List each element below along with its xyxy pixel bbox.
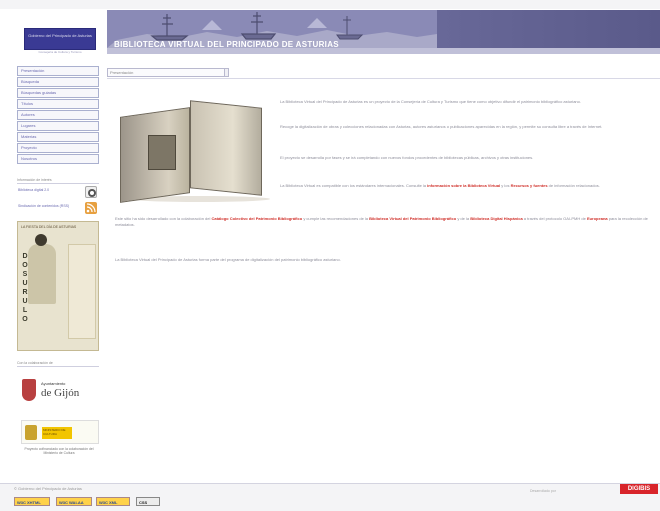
footer-copyright: © Gobierno del Principado de Asturias (14, 486, 82, 491)
intro-paragraph-4: La Biblioteca Virtual es compatible con … (280, 183, 658, 189)
sidebar-menu: Presentación Búsqueda Búsquedas guiadas … (17, 66, 99, 165)
ministerio-band: MINISTERIO DE CULTURA (42, 427, 72, 439)
site-title: BIBLIOTECA VIRTUAL DEL PRINCIPADO DE AST… (114, 40, 339, 48)
sidebar-item-busquedas-guiadas[interactable]: Búsquedas guiadas (17, 88, 99, 98)
closing-paragraph: La Biblioteca Virtual del Principado de … (115, 257, 341, 262)
info-link[interactable]: información sobre la Biblioteca Virtual (427, 183, 500, 188)
w3c-wai-badge[interactable]: W3C WAI-AA (56, 497, 92, 506)
sponsors-section-header: Con la colaboración de (17, 361, 99, 367)
book-illustration-plate (148, 135, 176, 170)
paragraph-text: y cumple las recomendaciones de la (302, 216, 370, 221)
sidebar-item-proyecto[interactable]: Proyecto (17, 143, 99, 153)
search-input[interactable]: Presentación (107, 68, 225, 77)
europeana-link[interactable]: Europeana (587, 216, 608, 221)
w3c-xhtml-badge[interactable]: W3C XHTML (14, 497, 50, 506)
sidebar-item-presentacion[interactable]: Presentación (17, 66, 99, 76)
poster-vertical-lettering: D O S U R U L O (22, 253, 28, 323)
bdh-link[interactable]: Biblioteca Digital Hispánica (470, 216, 522, 221)
ministerio-logo[interactable]: MINISTERIO DE CULTURA (21, 420, 99, 444)
poster-text-panel (68, 244, 96, 339)
developed-by-label: Desarrollado por (530, 489, 556, 493)
w3c-xml-badge[interactable]: W3C XML (96, 497, 130, 506)
sidebar-item-autores[interactable]: Autores (17, 110, 99, 120)
paragraph-text: y de la (456, 216, 471, 221)
gijon-logo[interactable]: Ayuntamiento de Gijón (19, 376, 99, 406)
content-divider (107, 78, 660, 79)
government-logo-subtitle: Consejería de Cultura y Turismo (38, 50, 82, 54)
digibis-logo[interactable]: DIGIBIS (620, 484, 658, 494)
collaboration-paragraph: Este sitio ha sido desarrollado con la c… (115, 216, 658, 228)
search-button[interactable] (224, 68, 229, 77)
paragraph-text: y los (500, 183, 511, 188)
poster-figure (28, 244, 56, 304)
government-logo[interactable]: Gobierno del Principado de Asturias (24, 28, 96, 50)
sidebar-item-lugares[interactable]: Lugares (17, 121, 99, 131)
bvpb-link[interactable]: Biblioteca Virtual del Patrimonio Biblio… (369, 216, 456, 221)
ministerio-caption: Proyecto cofinanciado con la colaboració… (24, 447, 94, 456)
top-strip (0, 0, 660, 9)
government-logo-text: Gobierno del Principado de Asturias (28, 33, 92, 38)
site-banner: BIBLIOTECA VIRTUAL DEL PRINCIPADO DE AST… (107, 10, 660, 48)
news-row-rss[interactable]: Sindicación de contenidos (RSS) (17, 202, 99, 216)
news-section-header: Información de interés (17, 178, 99, 184)
digital-library-icon (85, 186, 97, 198)
poster-title: LA FIESTA DEL DÍA DE ASTURIAS (21, 225, 77, 229)
news-row-label: Sindicación de contenidos (RSS) (18, 204, 70, 208)
paragraph-text: a través del protocolo OAI-PMH de (522, 216, 587, 221)
intro-paragraph-3: El proyecto se desarrolla por fases y se… (280, 155, 534, 160)
gijon-logo-line2: de Gijón (41, 387, 80, 399)
book-right-page (190, 100, 262, 196)
gijon-shield-icon (22, 379, 36, 401)
news-row-digital[interactable]: Biblioteca digital 2.0 (17, 186, 99, 200)
open-book-image (120, 100, 270, 205)
sidebar-item-nosotros[interactable]: Nosotros (17, 154, 99, 164)
intro-paragraph-2: Recoge la digitalización de obras y cole… (280, 124, 603, 129)
paragraph-text: Este sitio ha sido desarrollado con la c… (115, 216, 212, 221)
sidebar-item-titulos[interactable]: Títulos (17, 99, 99, 109)
banner-divider (107, 48, 660, 54)
featured-poster[interactable]: LA FIESTA DEL DÍA DE ASTURIAS D O S U R … (17, 221, 99, 351)
poster-figure-head (35, 234, 47, 246)
intro-paragraph-1: La Biblioteca Virtual del Principado de … (280, 99, 581, 104)
spain-crest-icon (25, 425, 37, 440)
rss-icon (85, 202, 97, 214)
catalogo-colectivo-link[interactable]: Catálogo Colectivo del Patrimonio Biblio… (212, 216, 303, 221)
paragraph-text: de información relacionados. (547, 183, 600, 188)
paragraph-text: La Biblioteca Virtual es compatible con … (280, 183, 428, 188)
gijon-logo-line1: Ayuntamiento (41, 381, 66, 386)
sidebar-item-busqueda[interactable]: Búsqueda (17, 77, 99, 87)
css-badge[interactable]: CSS (136, 497, 160, 506)
sidebar-item-materias[interactable]: Materias (17, 132, 99, 142)
resources-link[interactable]: Recursos y fuentes (511, 183, 548, 188)
news-row-label: Biblioteca digital 2.0 (18, 188, 50, 192)
